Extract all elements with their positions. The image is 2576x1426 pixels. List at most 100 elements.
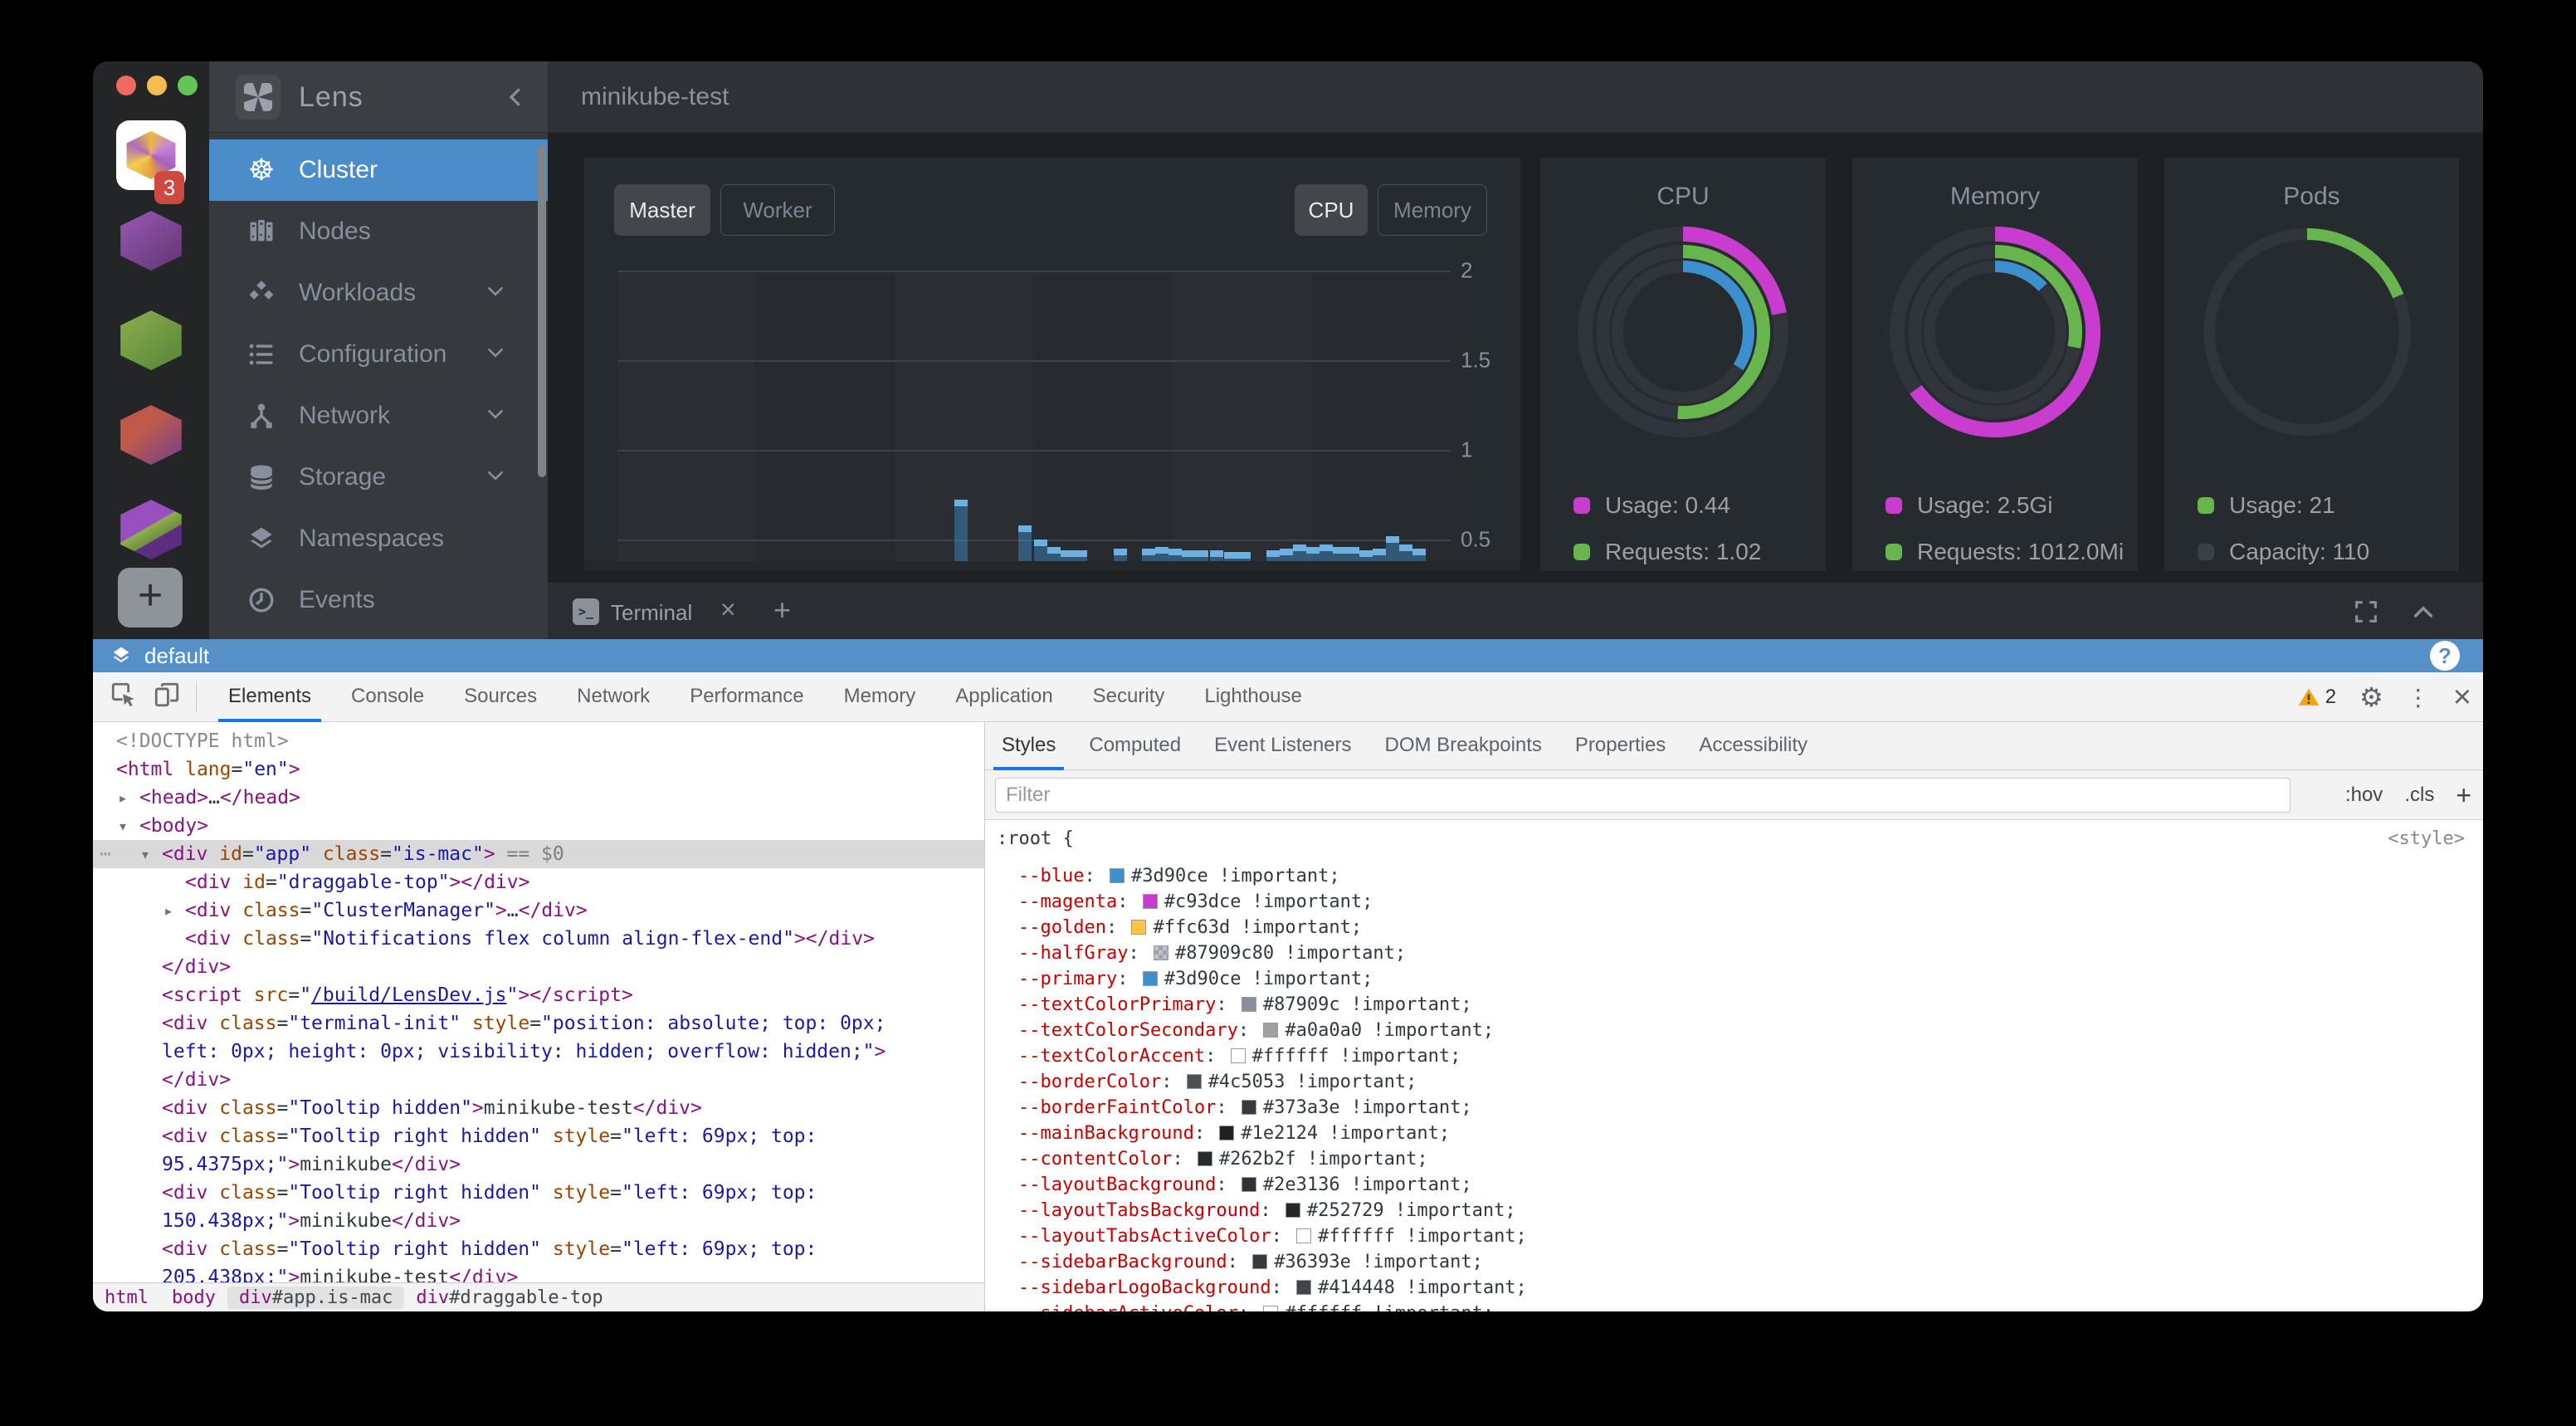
namespace-label[interactable]: default: [144, 643, 209, 669]
sidebar-item-events[interactable]: Events: [209, 569, 548, 631]
breadcrumb-item[interactable]: div#draggable-top: [404, 1287, 614, 1309]
maximize-window-button[interactable]: [178, 76, 198, 95]
color-swatch[interactable]: [1219, 1126, 1234, 1140]
expanded-arrow-icon[interactable]: ▾: [140, 840, 150, 868]
sidebar-item-nodes[interactable]: Nodes: [209, 201, 548, 262]
color-swatch[interactable]: [1296, 1280, 1311, 1295]
elements-tree-line[interactable]: 205.438px;">minikube-test</div>: [93, 1263, 984, 1282]
styles-tab-dom-breakpoints[interactable]: DOM Breakpoints: [1368, 722, 1559, 770]
cluster-icon-cluster-4[interactable]: [118, 405, 184, 465]
css-variable-row[interactable]: --golden: #ffc63d !important;: [1018, 915, 1362, 940]
color-swatch[interactable]: [1296, 1228, 1311, 1243]
toggle-pseudo-classes-button[interactable]: :hov: [2345, 784, 2383, 807]
terminal-tab[interactable]: Terminal: [611, 600, 692, 626]
metric-toggle-memory[interactable]: Memory: [1378, 184, 1487, 236]
color-swatch[interactable]: [1154, 945, 1168, 960]
sidebar-item-namespaces[interactable]: Namespaces: [209, 508, 548, 569]
elements-tree-line[interactable]: <script src="/build/LensDev.js"></script…: [93, 981, 984, 1009]
cluster-icon-cluster-5[interactable]: [118, 500, 184, 559]
new-style-rule-button[interactable]: +: [2456, 780, 2471, 811]
color-swatch[interactable]: [1286, 1203, 1300, 1218]
color-swatch[interactable]: [1231, 1048, 1246, 1063]
color-swatch[interactable]: [1242, 1100, 1256, 1115]
cluster-icon-cluster-2[interactable]: [118, 211, 184, 271]
css-variable-row[interactable]: --sidebarLogoBackground: #414448 !import…: [1018, 1275, 1527, 1301]
css-variable-row[interactable]: --layoutTabsActiveColor: #ffffff !import…: [1018, 1223, 1527, 1249]
styles-filter-input[interactable]: [995, 778, 2291, 813]
node-options-icon[interactable]: ⋯: [100, 840, 113, 868]
styles-tab-accessibility[interactable]: Accessibility: [1682, 722, 1824, 770]
elements-tree-line[interactable]: ▸<div class="ClusterManager">…</div>: [93, 896, 984, 925]
css-variable-row[interactable]: --primary: #3d90ce !important;: [1018, 966, 1373, 992]
elements-tree-line[interactable]: <div id="draggable-top"></div>: [93, 868, 984, 896]
elements-tree-line[interactable]: <div class="terminal-init" style="positi…: [93, 1009, 984, 1038]
add-cluster-button[interactable]: +: [118, 568, 183, 628]
styles-tab-styles[interactable]: Styles: [985, 722, 1072, 770]
css-variable-row[interactable]: --sidebarBackground: #36393e !important;: [1018, 1249, 1483, 1275]
help-button[interactable]: ?: [2430, 641, 2460, 671]
terminal-collapse-icon[interactable]: [2410, 599, 2437, 630]
sidebar-collapse-icon[interactable]: [503, 85, 528, 114]
tab-console[interactable]: Console: [331, 672, 444, 722]
color-swatch[interactable]: [1263, 1023, 1278, 1038]
tab-elements[interactable]: Elements: [208, 672, 331, 722]
color-swatch[interactable]: [1143, 971, 1158, 986]
minimize-window-button[interactable]: [147, 76, 167, 95]
inspect-element-icon[interactable]: [110, 681, 138, 713]
sidebar-item-workloads[interactable]: Workloads: [209, 262, 548, 324]
css-variable-row[interactable]: --layoutBackground: #2e3136 !important;: [1018, 1172, 1472, 1198]
terminal-add-icon[interactable]: +: [773, 593, 791, 628]
css-variable-row[interactable]: --magenta: #c93dce !important;: [1018, 889, 1373, 915]
metric-toggle-cpu[interactable]: CPU: [1295, 184, 1368, 236]
stylesheet-source-link[interactable]: <style>: [2388, 828, 2465, 849]
elements-tree-line[interactable]: <div class="Tooltip hidden">minikube-tes…: [93, 1094, 984, 1122]
kebab-menu-icon[interactable]: ⋮: [2407, 684, 2430, 711]
color-swatch[interactable]: [1198, 1151, 1212, 1166]
collapsed-arrow-icon[interactable]: ▸: [163, 896, 173, 925]
sidebar-item-cluster[interactable]: ☸Cluster: [209, 139, 548, 201]
console-warnings-badge[interactable]: 2: [2297, 686, 2336, 709]
css-variable-row[interactable]: --mainBackground: #1e2124 !important;: [1018, 1121, 1450, 1146]
elements-selected-node[interactable]: ⋯▾<div id="app" class="is-mac"> == $0: [93, 840, 984, 868]
terminal-fullscreen-icon[interactable]: [2352, 598, 2380, 630]
node-toggle-worker[interactable]: Worker: [720, 184, 835, 236]
terminal-close-icon[interactable]: ×: [720, 594, 736, 625]
elements-tree-line[interactable]: ▸<head>…</head>: [93, 784, 984, 812]
settings-gear-icon[interactable]: ⚙: [2359, 681, 2383, 713]
sidebar-item-storage[interactable]: Storage: [209, 447, 548, 508]
toggle-element-classes-button[interactable]: .cls: [2404, 784, 2434, 807]
device-toolbar-icon[interactable]: [153, 681, 181, 713]
styles-tab-computed[interactable]: Computed: [1072, 722, 1198, 770]
tab-application[interactable]: Application: [935, 672, 1072, 722]
elements-tree-line[interactable]: <div class="Tooltip right hidden" style=…: [93, 1122, 984, 1150]
node-toggle-master[interactable]: Master: [614, 184, 710, 236]
elements-tree-line[interactable]: </div>: [93, 1066, 984, 1094]
color-swatch[interactable]: [1187, 1074, 1202, 1089]
devtools-close-icon[interactable]: ×: [2453, 680, 2471, 715]
color-swatch[interactable]: [1143, 894, 1158, 909]
collapsed-arrow-icon[interactable]: ▸: [118, 784, 128, 812]
expanded-arrow-icon[interactable]: ▾: [118, 812, 128, 840]
tab-sources[interactable]: Sources: [444, 672, 557, 722]
tab-network[interactable]: Network: [557, 672, 670, 722]
breadcrumb-item[interactable]: body: [160, 1287, 227, 1309]
css-variable-row[interactable]: --sidebarActiveColor: #ffffff !important…: [1018, 1301, 1494, 1311]
css-variable-row[interactable]: --textColorSecondary: #a0a0a0 !important…: [1018, 1018, 1494, 1043]
elements-tree-line[interactable]: <div class="Notifications flex column al…: [93, 925, 984, 953]
css-variable-row[interactable]: --contentColor: #262b2f !important;: [1018, 1146, 1428, 1172]
tab-security[interactable]: Security: [1073, 672, 1185, 722]
elements-tree-line[interactable]: left: 0px; height: 0px; visibility: hidd…: [93, 1038, 984, 1066]
elements-tree-line[interactable]: 150.438px;">minikube</div>: [93, 1207, 984, 1235]
css-variable-row[interactable]: --borderColor: #4c5053 !important;: [1018, 1069, 1417, 1095]
color-swatch[interactable]: [1131, 920, 1146, 935]
color-swatch[interactable]: [1263, 1306, 1278, 1311]
breadcrumb-item[interactable]: html: [93, 1287, 160, 1309]
css-variable-row[interactable]: --halfGray: #87909c80 !important;: [1018, 940, 1406, 966]
close-window-button[interactable]: [116, 76, 136, 95]
tab-memory[interactable]: Memory: [824, 672, 936, 722]
styles-tab-event-listeners[interactable]: Event Listeners: [1198, 722, 1368, 770]
css-variable-row[interactable]: --blue: #3d90ce !important;: [1018, 863, 1340, 889]
css-variable-row[interactable]: --layoutTabsBackground: #252729 !importa…: [1018, 1198, 1516, 1223]
elements-tree-line[interactable]: <!DOCTYPE html>: [93, 727, 984, 755]
elements-tree-line[interactable]: </div>: [93, 953, 984, 981]
